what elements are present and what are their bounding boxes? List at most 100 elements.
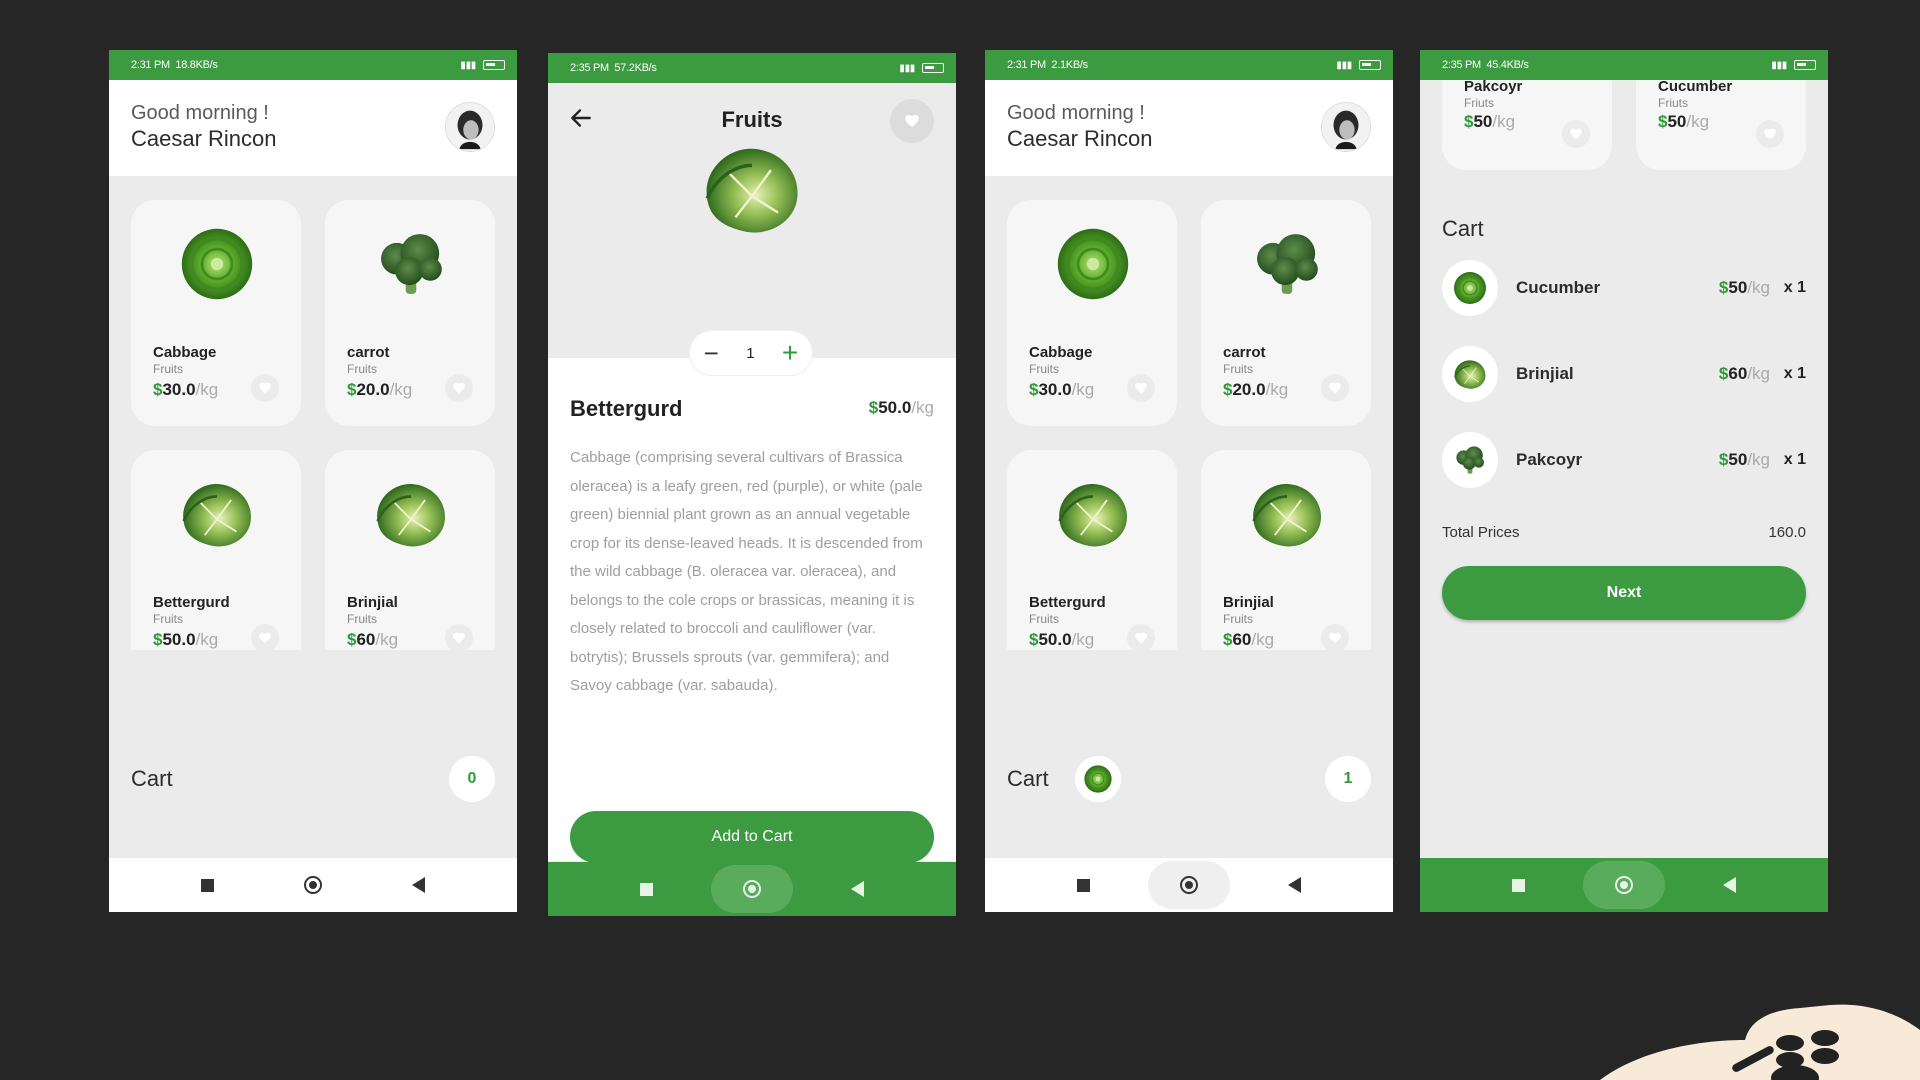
product-card[interactable]: Cabbage Fruits $30.0/kg [131, 200, 301, 426]
product-price: $20.0/kg [1223, 380, 1289, 399]
cart-item[interactable]: Pakcoyr $50/kg x 1 [1442, 432, 1806, 490]
product-card[interactable]: Cabbage Fruits $30.0/kg [1007, 200, 1177, 426]
home-icon [1615, 876, 1633, 894]
product-name: Cabbage [1029, 344, 1093, 361]
android-nav-bar [109, 858, 517, 912]
signal-icon: ▮▮▮ [1336, 59, 1352, 71]
cabbage-image [1081, 762, 1115, 796]
back-icon[interactable] [1288, 877, 1301, 893]
greeting-text: Good morning ! [131, 102, 269, 124]
favorite-button[interactable] [890, 99, 934, 143]
android-nav-bar [548, 862, 956, 916]
cart-item-qty: x 1 [1783, 365, 1806, 382]
heart-icon[interactable] [1321, 374, 1349, 402]
home-button[interactable] [1148, 861, 1230, 909]
total-label: Total Prices [1442, 524, 1520, 541]
product-name: Bettergurd [1029, 594, 1106, 611]
back-icon[interactable] [1723, 877, 1736, 893]
product-card[interactable]: carrot Fruits $20.0/kg [325, 200, 495, 426]
status-speed: 18.8KB/s [175, 59, 218, 71]
product-category: Friuts [1658, 96, 1688, 110]
add-to-cart-button[interactable]: Add to Cart [570, 811, 934, 863]
savoy-cabbage-image [1241, 470, 1333, 558]
battery-icon [1794, 60, 1816, 70]
greeting-header: Good morning ! Caesar Rincon [109, 80, 517, 176]
heart-icon[interactable] [445, 624, 473, 650]
quantity-value: 1 [746, 344, 755, 362]
back-icon[interactable] [851, 881, 864, 897]
product-name: Cucumber [1658, 78, 1733, 95]
home-button[interactable] [711, 865, 793, 913]
product-card[interactable]: Bettergurd Fruits $50.0/kg [131, 450, 301, 650]
heart-icon[interactable] [1756, 120, 1784, 148]
product-price: $50.0/kg [1029, 630, 1095, 649]
product-card[interactable]: Bettergurd Fruits $50.0/kg [1007, 450, 1177, 650]
avatar[interactable] [445, 102, 495, 152]
cart-item-price: $50/kg [1718, 278, 1770, 297]
user-name: Caesar Rincon [131, 126, 277, 151]
detail-screen: 2:35 PM 57.2KB/s ▮▮▮ Fruits Bettergurd $… [548, 53, 956, 916]
recents-icon[interactable] [1512, 878, 1525, 892]
product-category: Fruits [1223, 612, 1253, 626]
product-card[interactable]: Brinjial Fruits $60/kg [325, 450, 495, 650]
cart-label: Cart [131, 766, 173, 791]
product-card[interactable]: carrot Fruits $20.0/kg [1201, 200, 1371, 426]
product-name: Bettergurd [153, 594, 230, 611]
cart-bar[interactable]: Cart 0 [109, 750, 517, 808]
cart-bar[interactable]: Cart 1 [985, 750, 1393, 808]
product-card[interactable]: Cucumber Friuts $50/kg [1636, 70, 1806, 170]
plus-button[interactable]: + [782, 339, 798, 367]
status-time: 2:35 PM [570, 62, 609, 74]
product-name: carrot [1223, 344, 1266, 361]
detail-body: Bettergurd $50.0/kg Cabbage (comprising … [548, 358, 956, 861]
recents-icon[interactable] [640, 882, 653, 896]
cart-item-thumbnail [1442, 432, 1498, 488]
back-icon[interactable] [412, 877, 425, 893]
recents-icon[interactable] [1077, 878, 1090, 892]
heart-icon[interactable] [251, 374, 279, 402]
heart-icon[interactable] [251, 624, 279, 650]
product-card[interactable]: Pakcoyr Friuts $50/kg [1442, 70, 1612, 170]
savoy-cabbage-image [1450, 354, 1490, 394]
broccoli-image [1450, 440, 1490, 480]
gamepad-logo-icon [1600, 1004, 1920, 1080]
product-category: Fruits [1029, 362, 1059, 376]
status-bar: 2:35 PM 57.2KB/s ▮▮▮ [548, 53, 956, 83]
quantity-stepper: − 1 + [690, 331, 812, 375]
cart-item[interactable]: Cucumber $50/kg x 1 [1442, 260, 1806, 318]
product-price: $30.0/kg [1029, 380, 1095, 399]
avatar[interactable] [1321, 102, 1371, 152]
heart-icon[interactable] [445, 374, 473, 402]
product-card[interactable]: Brinjial Fruits $60/kg [1201, 450, 1371, 650]
cart-screen: Pakcoyr Friuts $50/kg Cucumber Friuts $5… [1420, 50, 1828, 912]
heart-icon[interactable] [1321, 624, 1349, 650]
status-bar: 2:31 PM 18.8KB/s ▮▮▮ [109, 50, 517, 80]
product-price: $60/kg [347, 630, 399, 649]
product-category: Fruits [347, 612, 377, 626]
android-nav-bar [1420, 858, 1828, 912]
home-button[interactable] [272, 861, 354, 909]
battery-icon [922, 63, 944, 73]
next-button[interactable]: Next [1442, 566, 1806, 620]
savoy-cabbage-image [1047, 470, 1139, 558]
signal-icon: ▮▮▮ [1771, 59, 1787, 71]
product-category: Fruits [1223, 362, 1253, 376]
product-name: Brinjial [1223, 594, 1274, 611]
cart-item[interactable]: Brinjial $60/kg x 1 [1442, 346, 1806, 404]
heart-icon[interactable] [1562, 120, 1590, 148]
product-name: carrot [347, 344, 390, 361]
status-speed: 2.1KB/s [1051, 59, 1088, 71]
cart-item-qty: x 1 [1783, 451, 1806, 468]
home-icon [304, 876, 322, 894]
status-time: 2:31 PM [1007, 59, 1046, 71]
home-button[interactable] [1583, 861, 1665, 909]
signal-icon: ▮▮▮ [899, 62, 915, 74]
status-time: 2:35 PM [1442, 59, 1481, 71]
heart-icon[interactable] [1127, 624, 1155, 650]
minus-button[interactable]: − [704, 340, 719, 366]
product-price: $50/kg [1464, 112, 1516, 131]
recents-icon[interactable] [201, 878, 214, 892]
user-name: Caesar Rincon [1007, 126, 1153, 151]
heart-icon[interactable] [1127, 374, 1155, 402]
product-category: Fruits [347, 362, 377, 376]
